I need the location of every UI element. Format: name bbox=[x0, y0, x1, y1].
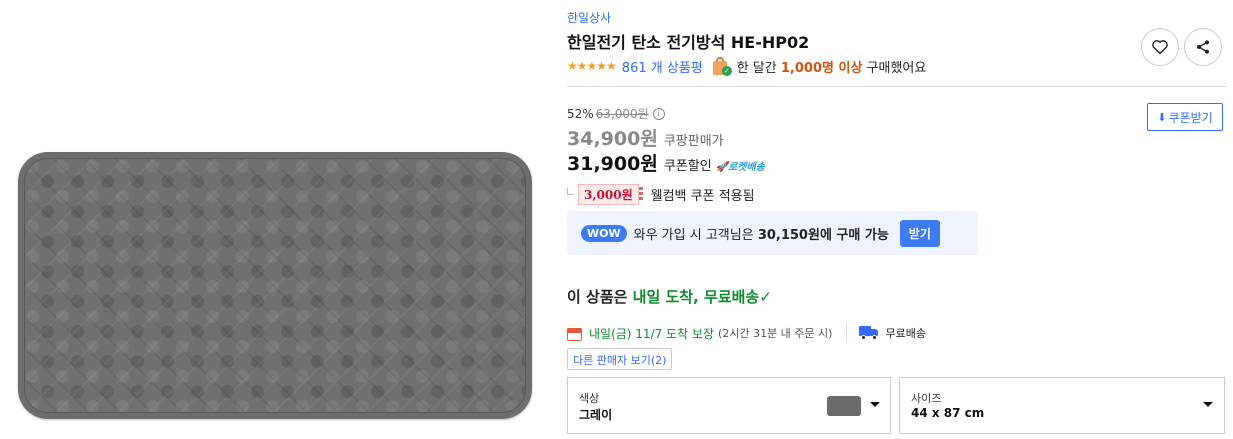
check-icon: ✓ bbox=[759, 288, 772, 306]
rating-row: ★★★★★ 861 개 상품평 ✓ 한 달간 1,000명 이상 구매했어요 bbox=[567, 56, 926, 76]
delivery-row: 내일(금) 11/7 도착 보장 (2시간 31분 내 주문 시) 무료배송 bbox=[567, 323, 926, 343]
free-shipping-label: 무료배송 bbox=[885, 327, 926, 340]
purchase-prefix: 한 달간 bbox=[736, 60, 777, 76]
size-option-value: 44 x 87 cm bbox=[911, 406, 985, 420]
arrival-headline: 이 상품은 내일 도착, 무료배송✓ bbox=[567, 286, 772, 307]
cashback-text: 웰컴백 쿠폰 적용됨 bbox=[650, 188, 755, 204]
share-icon bbox=[1197, 40, 1209, 54]
cashback-badge: 3,000원 bbox=[578, 183, 643, 205]
arrival-prefix: 이 상품은 bbox=[567, 288, 628, 306]
truck-icon bbox=[859, 326, 879, 340]
discount-rate: 52% bbox=[567, 106, 594, 121]
delivery-date: 내일(금) 11/7 도착 보장 bbox=[589, 326, 715, 341]
coupang-price-label: 쿠팡판매가 bbox=[663, 134, 724, 149]
discount-row: 52% 63,000원 i bbox=[567, 105, 665, 122]
purchase-highlight: 1,000명 이상 bbox=[780, 60, 863, 76]
divider bbox=[846, 324, 848, 342]
rating-stars: ★★★★★ bbox=[567, 59, 617, 73]
corner-indent-icon bbox=[567, 187, 574, 195]
coupon-price: 31,900원 bbox=[567, 153, 658, 175]
share-button[interactable] bbox=[1184, 28, 1222, 66]
rocket-delivery-badge: 🚀로켓배송 bbox=[715, 162, 765, 173]
coupon-button-label: 쿠폰받기 bbox=[1168, 110, 1213, 125]
product-info-panel: 한일상사 한일전기 탄소 전기방석 HE-HP02 ★★★★★ 861 개 상품… bbox=[567, 0, 1227, 439]
original-price: 63,000원 bbox=[595, 107, 649, 121]
coupang-price: 34,900원 bbox=[567, 128, 658, 150]
coupon-price-row: 31,900원 쿠폰할인 🚀로켓배송 bbox=[567, 149, 765, 176]
wow-membership-box: WOW 와우 가입 시 고객님은 30,150원에 구매 가능 받기 bbox=[567, 211, 978, 255]
wow-text: 와우 가입 시 고객님은 30,150원에 구매 가능 bbox=[634, 224, 889, 243]
info-icon[interactable]: i bbox=[652, 107, 665, 120]
other-sellers-button[interactable]: 다른 판매자 보기(2) bbox=[567, 348, 673, 370]
size-option-select[interactable]: 사이즈 44 x 87 cm bbox=[899, 377, 1225, 434]
wow-receive-button[interactable]: 받기 bbox=[899, 219, 940, 247]
mat-texture bbox=[24, 158, 526, 413]
arrival-highlight: 내일 도착, 무료배송 bbox=[632, 288, 760, 306]
download-icon: ⬇ bbox=[1157, 110, 1167, 124]
coupon-download-button[interactable]: ⬇ 쿠폰받기 bbox=[1147, 103, 1223, 131]
product-image[interactable] bbox=[18, 152, 532, 419]
size-option-label: 사이즈 bbox=[911, 392, 942, 405]
purchase-count-text: 한 달간 1,000명 이상 구매했어요 bbox=[737, 57, 927, 76]
coupang-price-row: 34,900원 쿠팡판매가 bbox=[567, 124, 724, 151]
purchase-suffix: 구매했어요 bbox=[866, 60, 927, 76]
cashback-row: 3,000원 웰컴백 쿠폰 적용됨 bbox=[567, 183, 755, 205]
color-option-value: 그레이 bbox=[579, 408, 613, 422]
color-option-select[interactable]: 색상 그레이 bbox=[567, 377, 891, 434]
brand-link[interactable]: 한일상사 bbox=[567, 9, 611, 26]
shopping-bag-icon: ✓ bbox=[712, 57, 732, 76]
heart-icon bbox=[1152, 40, 1168, 55]
coupon-price-label: 쿠폰할인 bbox=[663, 159, 712, 174]
wow-badge: WOW bbox=[581, 224, 627, 242]
product-image-area bbox=[0, 0, 560, 439]
wishlist-button[interactable] bbox=[1141, 28, 1179, 66]
caret-down-icon bbox=[1203, 402, 1213, 407]
delivery-note: (2시간 31분 내 주문 시) bbox=[718, 327, 833, 340]
product-title: 한일전기 탄소 전기방석 HE-HP02 bbox=[567, 33, 810, 52]
calendar-icon bbox=[567, 326, 582, 341]
review-count-link[interactable]: 861 개 상품평 bbox=[622, 57, 703, 76]
color-swatch bbox=[827, 396, 861, 416]
wow-text-prefix: 와우 가입 시 고객님은 bbox=[633, 227, 754, 243]
divider bbox=[567, 86, 1227, 87]
wow-price: 30,150원에 구매 가능 bbox=[757, 227, 889, 243]
color-option-label: 색상 bbox=[579, 392, 600, 405]
caret-down-icon bbox=[870, 402, 880, 407]
